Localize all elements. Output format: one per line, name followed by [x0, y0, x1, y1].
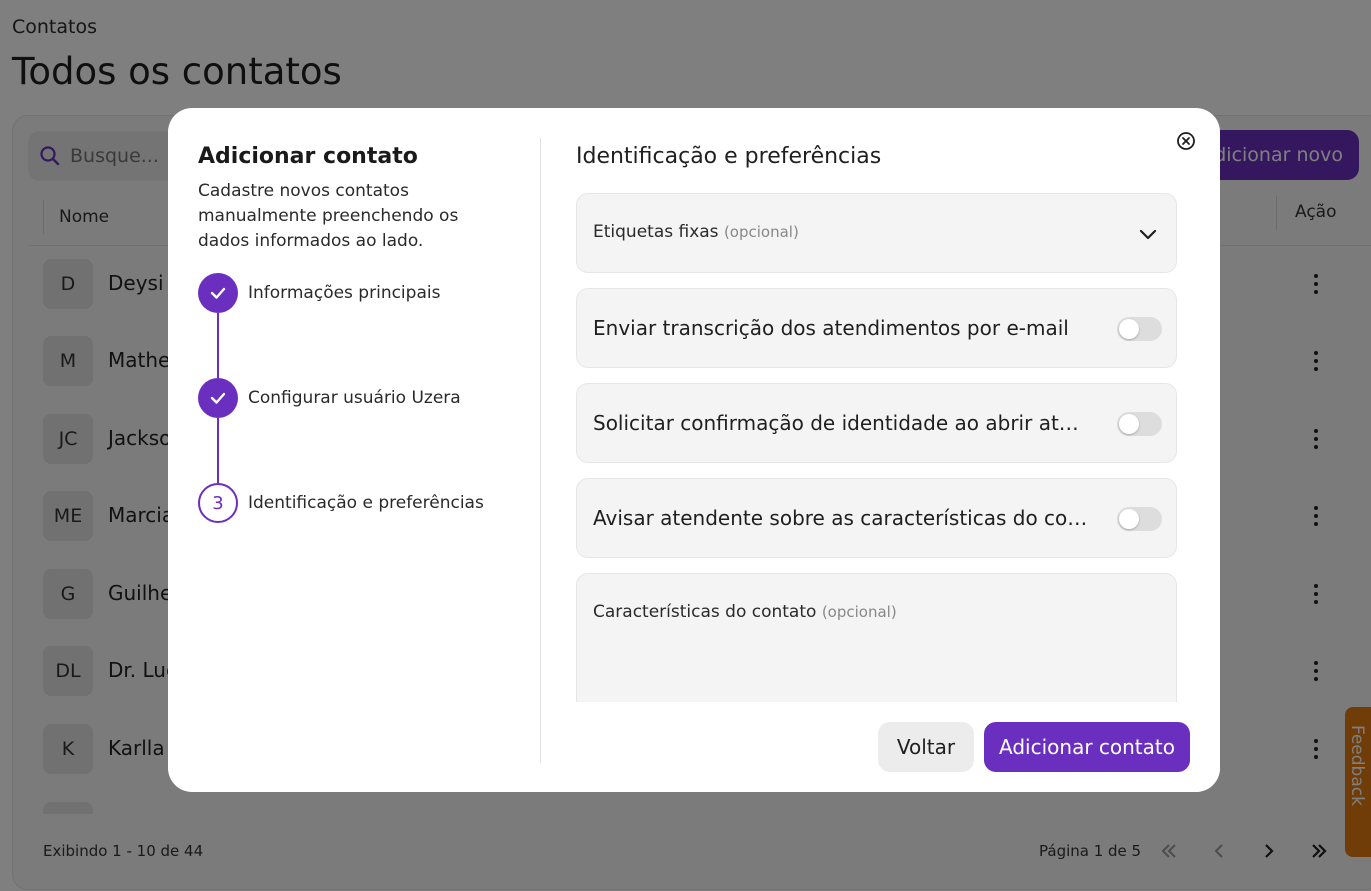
- chevron-down-icon: [1139, 229, 1157, 240]
- stepper-connector: [217, 313, 219, 378]
- modal-description: Cadastre novos contatos manualmente pree…: [198, 181, 459, 251]
- step-label: Informações principais: [248, 283, 441, 303]
- modal-divider: [540, 138, 541, 763]
- step-label: Configurar usuário Uzera: [248, 388, 461, 408]
- identity-confirmation-toggle[interactable]: [1117, 412, 1162, 436]
- step-configure-user[interactable]: Configurar usuário Uzera: [198, 378, 461, 418]
- notify-agent-toggle[interactable]: [1117, 507, 1162, 531]
- check-icon: [198, 378, 238, 418]
- fixed-tags-select[interactable]: Etiquetas fixas (opcional): [576, 193, 1177, 273]
- notify-agent-option: Avisar atendente sobre as característica…: [576, 478, 1177, 558]
- fixed-tags-label: Etiquetas fixas (opcional): [593, 222, 799, 242]
- toggle-label: Enviar transcrição dos atendimentos por …: [593, 316, 1069, 340]
- characteristics-textarea[interactable]: Características do contato (opcional): [576, 573, 1177, 713]
- email-transcript-toggle[interactable]: [1117, 317, 1162, 341]
- modal-title: Adicionar contato: [198, 144, 418, 169]
- back-button[interactable]: Voltar: [878, 722, 974, 772]
- add-contact-button[interactable]: Adicionar contato: [984, 722, 1190, 772]
- section-title: Identificação e preferências: [576, 144, 882, 169]
- email-transcript-option: Enviar transcrição dos atendimentos por …: [576, 288, 1177, 368]
- add-contact-modal: Adicionar contato Cadastre novos contato…: [168, 108, 1220, 792]
- check-icon: [198, 273, 238, 313]
- stepper-connector: [217, 418, 219, 483]
- characteristics-label: Características do contato (opcional): [593, 602, 897, 622]
- close-icon[interactable]: [1176, 131, 1196, 151]
- identity-confirmation-option: Solicitar confirmação de identidade ao a…: [576, 383, 1177, 463]
- step-number: 3: [198, 483, 238, 523]
- optional-hint: (opcional): [821, 603, 897, 621]
- step-identification[interactable]: 3 Identificação e preferências: [198, 483, 484, 523]
- optional-hint: (opcional): [723, 223, 799, 241]
- toggle-label: Solicitar confirmação de identidade ao a…: [593, 411, 1088, 435]
- step-main-info[interactable]: Informações principais: [198, 273, 440, 313]
- step-label: Identificação e preferências: [248, 493, 484, 513]
- toggle-label: Avisar atendente sobre as característica…: [593, 506, 1088, 530]
